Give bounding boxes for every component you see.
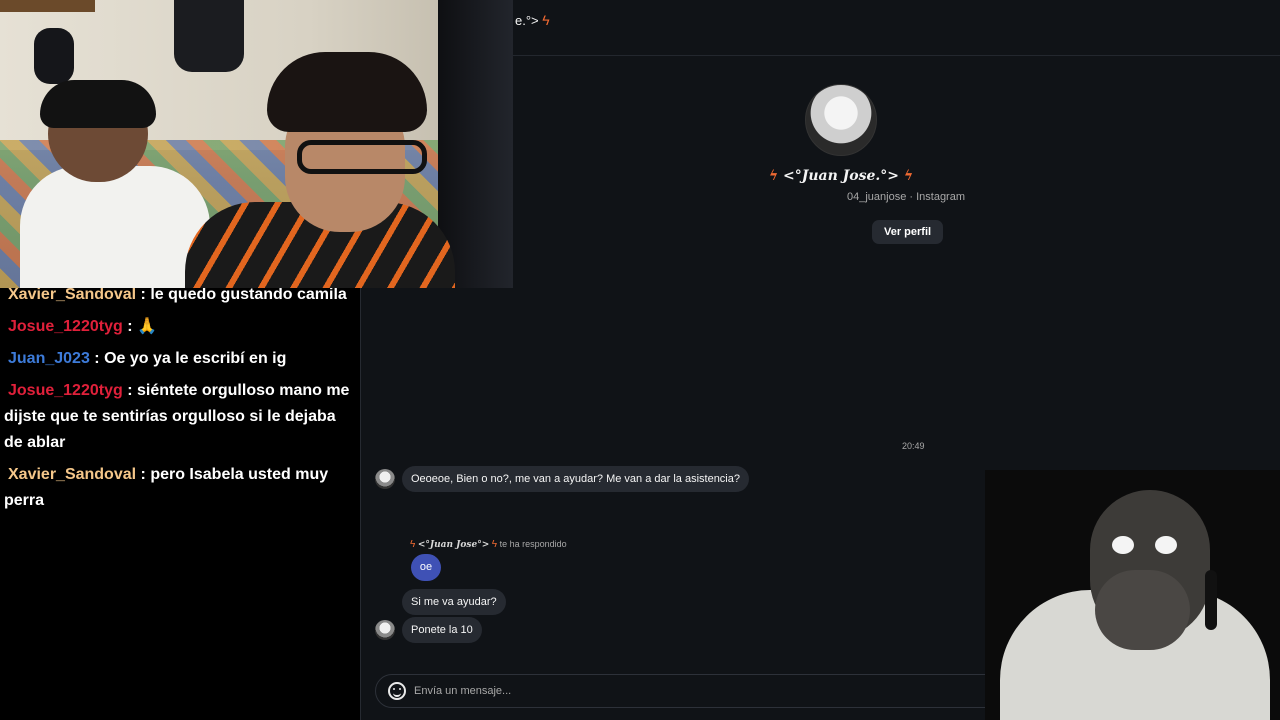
sender-avatar[interactable] <box>375 620 395 640</box>
chat-message: Josue_1220tyg : 🙏 <box>4 314 356 340</box>
message-bubble[interactable]: Si me va ayudar? <box>402 589 506 615</box>
profile-name: ϟ <°Juan Jose.°> ϟ <box>768 168 914 184</box>
dm-header-title[interactable]: e.°> ϟ <box>515 12 550 28</box>
streamer-left <box>20 80 210 288</box>
message-composer <box>375 674 1015 708</box>
view-profile-button[interactable]: Ver perfil <box>872 220 944 244</box>
chat-username: Juan_J023 <box>8 350 90 367</box>
lightning-icon: ϟ <box>410 539 416 550</box>
webcam-cap <box>34 28 74 84</box>
lightning-icon: ϟ <box>542 12 550 28</box>
reply-bubble[interactable]: oe <box>411 554 441 581</box>
lightning-icon: ϟ <box>768 168 779 184</box>
webcam-overlay-top <box>0 0 513 288</box>
stream-chat: Xavier_Sandoval : le quedo gustando cami… <box>0 286 360 720</box>
message-row: Si me va ayudar? <box>402 589 506 615</box>
message-timestamp: 20:49 <box>902 441 925 451</box>
chat-text: le quedo gustando camila <box>150 286 347 303</box>
chat-username: Josue_1220tyg <box>8 382 123 399</box>
message-input[interactable] <box>414 675 974 707</box>
profile-subtitle: 04_juanjose · Instagram <box>846 191 966 203</box>
chat-username: Xavier_Sandoval <box>8 466 137 483</box>
chat-username: Xavier_Sandoval <box>8 286 137 303</box>
profile-card <box>776 84 906 156</box>
lightning-icon: ϟ <box>903 168 914 184</box>
lightning-icon: ϟ <box>491 539 498 550</box>
chat-message: Josue_1220tyg : siéntete orgulloso mano … <box>4 382 350 451</box>
profile-avatar[interactable] <box>805 84 877 156</box>
chat-text: Oe yo ya le escribí en ig <box>104 350 287 367</box>
message-bubble[interactable]: Ponete la 10 <box>402 617 482 643</box>
reply-indicator: ϟ <°Juan Jose°> ϟ te ha respondido <box>410 539 567 550</box>
chat-username: Josue_1220tyg <box>8 318 123 335</box>
chat-message: Juan_J023 : Oe yo ya le escribí en ig <box>4 346 356 372</box>
sender-avatar[interactable] <box>375 469 395 489</box>
message-row: Oeoeoe, Bien o no?, me van a ayudar? Me … <box>375 466 749 492</box>
message-bubble[interactable]: Oeoeoe, Bien o no?, me van a ayudar? Me … <box>402 466 749 492</box>
chat-message: Xavier_Sandoval : pero Isabela usted muy… <box>4 466 329 509</box>
webcam-overlay-bottom <box>985 470 1280 720</box>
webcam-shelf <box>0 0 95 12</box>
headset-cable <box>1205 570 1217 630</box>
streamer-right <box>185 52 455 288</box>
message-row: Ponete la 10 <box>375 617 482 643</box>
emoji-icon[interactable] <box>388 682 406 700</box>
chat-text: 🙏 <box>136 318 157 335</box>
